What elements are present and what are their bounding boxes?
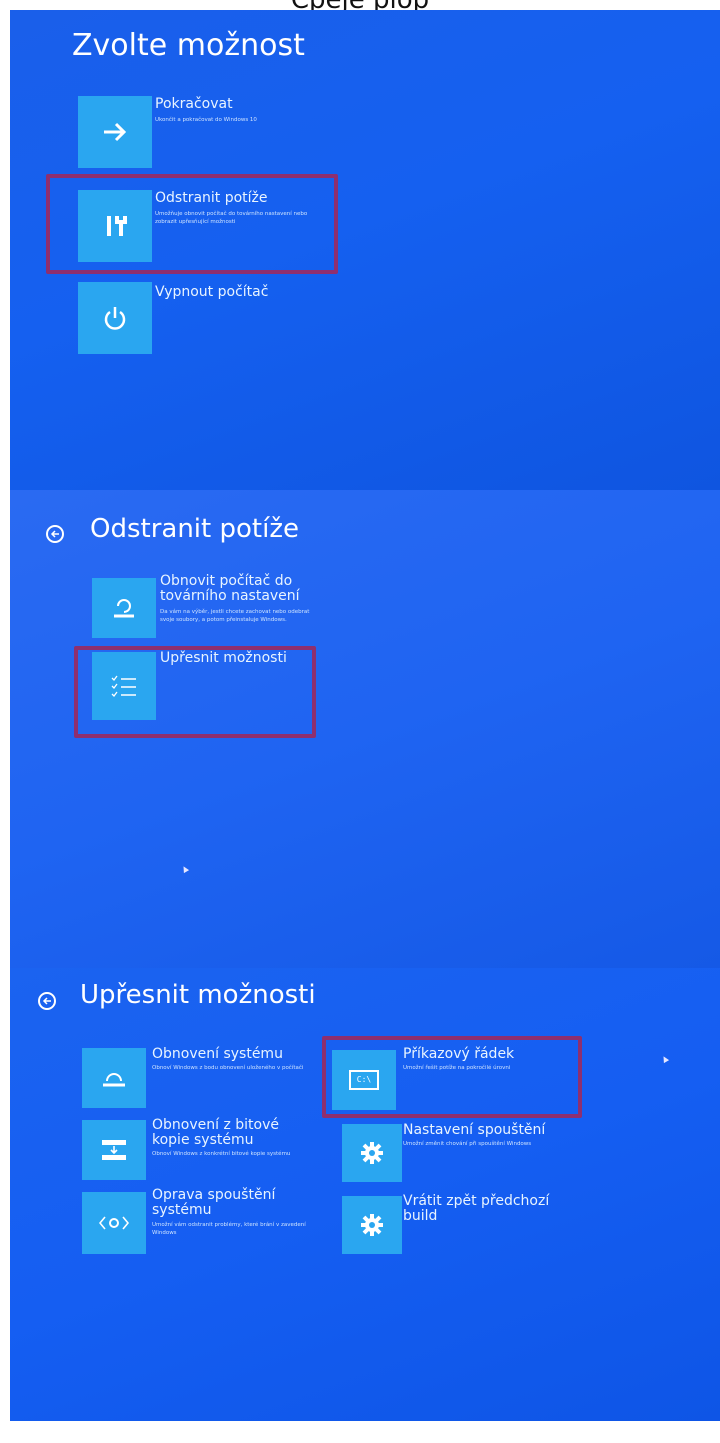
startup-repair-icon: [82, 1192, 146, 1254]
top-caption: Čpeje plop: [0, 0, 720, 10]
prompt-glyph: C:\: [349, 1070, 379, 1090]
power-icon: [78, 282, 152, 354]
checklist-icon: [92, 652, 156, 720]
page-title: Upřesnit možnosti: [80, 980, 316, 1010]
image-recovery-icon: [82, 1120, 146, 1180]
option-title: Upřesnit možnosti: [160, 650, 287, 666]
option-title: Pokračovat: [155, 96, 233, 112]
option-title: Obnovit počítač do továrního nastavení: [160, 573, 300, 604]
gear-icon: [342, 1124, 402, 1182]
option-title: Příkazový řádek: [403, 1046, 515, 1062]
option-title: Obnovení z bitové kopie systému: [152, 1117, 279, 1148]
command-prompt-icon: C:\: [332, 1050, 396, 1110]
option-description: Obnoví Windows z konkrétní bitové kopie …: [152, 1151, 291, 1157]
mouse-cursor: [660, 1054, 670, 1064]
page-title: Odstranit potíže: [90, 514, 299, 544]
reset-icon: [92, 578, 156, 638]
option-description: Obnoví Windows z bodu obnovení uloženého…: [152, 1065, 304, 1071]
option-title: Vypnout počítač: [155, 284, 269, 300]
option-description: Ukončit a pokračovat do Windows 10: [155, 117, 257, 123]
mouse-cursor: [180, 864, 190, 874]
option-title: Obnovení systému: [152, 1046, 283, 1062]
option-title: Oprava spouštění systému: [152, 1187, 276, 1218]
option-description: Umožní změnit chování při spouštění Wind…: [403, 1141, 532, 1147]
tools-icon: [78, 190, 152, 262]
back-arrow-icon[interactable]: [38, 992, 56, 1010]
arrow-right-icon: [78, 96, 152, 168]
option-description: Da vám na výběr, jestli chcete zachovat …: [160, 609, 310, 623]
screen-troubleshoot: Odstranit potíže Obnovit počítač do tová…: [10, 490, 720, 968]
back-arrow-icon[interactable]: [46, 525, 64, 543]
screen-advanced-options: Upřesnit možnosti Obnovení systému Obnov…: [10, 968, 720, 1421]
system-restore-icon: [82, 1048, 146, 1108]
gear-icon: [342, 1196, 402, 1254]
option-title: Vrátit zpět předchozí build: [403, 1193, 550, 1224]
option-title: Nastavení spouštění: [403, 1122, 546, 1138]
option-title: Odstranit potíže: [155, 190, 268, 206]
option-description: Umožní vám odstranit problémy, které brá…: [152, 1222, 306, 1236]
option-description: Umožní řešit potíže na pokročilé úrovni: [403, 1065, 511, 1071]
option-description: Umožňuje obnovit počítač do továrního na…: [155, 211, 308, 225]
screen-choose-option: Zvolte možnost Pokračovat Ukončit a pokr…: [10, 10, 720, 490]
page-title: Zvolte možnost: [72, 28, 305, 63]
